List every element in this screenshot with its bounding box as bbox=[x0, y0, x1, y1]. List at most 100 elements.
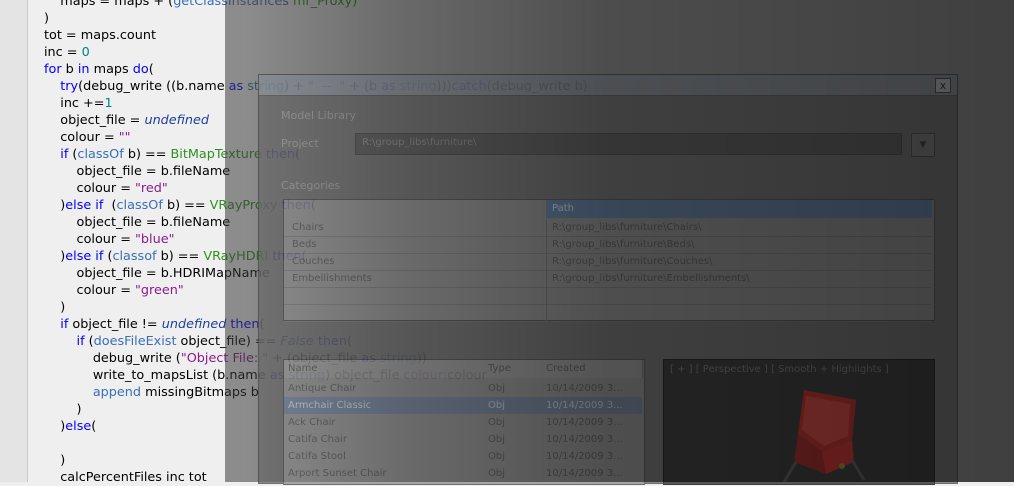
model-created: 10/14/2009 3... bbox=[546, 451, 623, 462]
path-column-header[interactable]: Path bbox=[546, 200, 932, 218]
model-type: Obj bbox=[488, 468, 505, 479]
model-name: Ack Chair bbox=[288, 417, 336, 428]
code-token: else if bbox=[65, 249, 104, 264]
code-token: "" bbox=[118, 130, 131, 145]
code-token: (debug_write ((b.name bbox=[78, 79, 229, 94]
category-path: R:\group_libs\furniture\Beds\ bbox=[552, 239, 695, 250]
category-row[interactable]: Chairs R:\group_libs\furniture\Chairs\ bbox=[284, 219, 932, 237]
code-token: classOf bbox=[116, 198, 163, 213]
category-path: R:\group_libs\furniture\Embellishments\ bbox=[552, 273, 750, 284]
code-token: append bbox=[92, 385, 142, 400]
code-token: debug_write ( bbox=[44, 351, 181, 366]
column-divider bbox=[546, 253, 547, 270]
categories-table[interactable]: Path Chairs R:\group_libs\furniture\Chair… bbox=[283, 199, 935, 322]
code-token: colour = bbox=[44, 232, 136, 247]
category-name: Chairs bbox=[292, 222, 324, 233]
code-token: b bbox=[61, 62, 78, 77]
code-token: "blue" bbox=[135, 232, 175, 247]
model-created: 10/14/2009 3... bbox=[546, 383, 623, 394]
code-token: b) == bbox=[156, 249, 204, 264]
code-token: in bbox=[77, 62, 90, 77]
models-table[interactable]: Name Type Created Antique Chair Obj 10/14/200… bbox=[283, 359, 645, 485]
model-row[interactable]: Catifa Stool Obj 10/14/2009 3... bbox=[284, 448, 642, 465]
project-label: Project bbox=[281, 137, 319, 150]
categories-label: Categories bbox=[281, 179, 341, 192]
model-row[interactable]: Catifa Chair Obj 10/14/2009 3... bbox=[284, 431, 642, 448]
model-name: Antique Chair bbox=[288, 383, 357, 394]
category-row[interactable] bbox=[284, 304, 932, 322]
code-token: else if bbox=[65, 198, 104, 213]
code-token: b) == bbox=[162, 198, 210, 213]
code-token: "green" bbox=[135, 283, 184, 298]
category-path: R:\group_libs\furniture\Couches\ bbox=[552, 256, 713, 267]
code-token: 0 bbox=[81, 45, 90, 60]
category-row[interactable]: Beds R:\group_libs\furniture\Beds\ bbox=[284, 236, 932, 254]
project-combo-value: R:\group_libs\furniture\ bbox=[362, 137, 477, 148]
window-titlebar[interactable]: x bbox=[259, 75, 957, 96]
model-type: Obj bbox=[488, 434, 505, 445]
code-token: inc += bbox=[44, 96, 105, 111]
code-token: 1 bbox=[104, 96, 113, 111]
column-divider bbox=[546, 270, 547, 287]
close-icon[interactable]: x bbox=[935, 78, 951, 93]
models-column-header[interactable]: Created bbox=[542, 360, 643, 378]
preview-viewport[interactable]: [ + ] [ Perspective ] [ Smooth + Highlig… bbox=[663, 359, 935, 485]
code-token: maps bbox=[89, 62, 133, 77]
code-token: undefined bbox=[144, 113, 210, 128]
model-row[interactable]: Antique Chair Obj 10/14/2009 3... bbox=[284, 380, 642, 397]
code-token: for bbox=[44, 62, 62, 77]
code-token: ( bbox=[103, 198, 117, 213]
model-name: Armchair Classic bbox=[288, 400, 372, 411]
category-name: Beds bbox=[292, 239, 317, 250]
chair-model-preview bbox=[782, 390, 866, 482]
code-token: inc = bbox=[44, 45, 82, 60]
code-token: ) bbox=[44, 300, 66, 315]
code-token: classOf bbox=[77, 147, 124, 162]
column-divider bbox=[546, 287, 547, 304]
code-token: object_file = b.fileName bbox=[44, 164, 231, 179]
code-token: ) bbox=[44, 419, 66, 434]
code-token: object_file = b.fileName bbox=[44, 215, 231, 230]
code-token: ( bbox=[91, 419, 97, 434]
category-row[interactable]: Couches R:\group_libs\furniture\Couches\ bbox=[284, 253, 932, 271]
code-token: colour = bbox=[44, 181, 136, 196]
model-row[interactable]: Arport Sunset Chair Obj 10/14/2009 3... bbox=[284, 465, 642, 482]
column-divider bbox=[546, 304, 547, 321]
code-token: ( bbox=[84, 334, 94, 349]
library-label: Model Library bbox=[281, 109, 356, 122]
viewport-label: [ + ] [ Perspective ] [ Smooth + Highlig… bbox=[670, 364, 889, 375]
code-token: ) bbox=[44, 198, 66, 213]
code-token: ) bbox=[44, 453, 66, 468]
project-combo[interactable]: R:\group_libs\furniture\ bbox=[355, 133, 902, 155]
category-path: R:\group_libs\furniture\Chairs\ bbox=[552, 222, 702, 233]
model-name: Catifa Stool bbox=[288, 451, 346, 462]
combo-dropdown-button[interactable]: ▼ bbox=[911, 133, 935, 157]
code-token: try bbox=[60, 79, 79, 94]
code-token: ) bbox=[44, 11, 49, 26]
models-column-header[interactable]: Type bbox=[484, 360, 543, 378]
model-created: 10/14/2009 3... bbox=[546, 468, 623, 479]
code-token: colour = bbox=[44, 283, 136, 298]
code-token: do bbox=[132, 62, 149, 77]
category-row[interactable]: Embellishments R:\group_libs\furniture\Em… bbox=[284, 270, 932, 288]
code-token: tot = maps.count bbox=[44, 28, 156, 43]
category-row[interactable] bbox=[284, 287, 932, 305]
code-token: calcPercentFiles inc tot bbox=[44, 470, 207, 485]
code-token: else bbox=[65, 419, 92, 434]
code-token: ) bbox=[44, 249, 66, 264]
code-token: undefined bbox=[161, 317, 227, 332]
column-divider bbox=[546, 236, 547, 253]
code-token: classof bbox=[112, 249, 157, 264]
models-column-header[interactable]: Name bbox=[284, 360, 485, 378]
model-row[interactable]: Ack Chair Obj 10/14/2009 3... bbox=[284, 414, 642, 431]
category-name: Embellishments bbox=[292, 273, 372, 284]
code-token: ( bbox=[148, 62, 154, 77]
model-row[interactable]: Armchair Classic Obj 10/14/2009 3... bbox=[284, 397, 642, 414]
code-token: colour = bbox=[44, 130, 119, 145]
code-token: object_file != bbox=[68, 317, 162, 332]
